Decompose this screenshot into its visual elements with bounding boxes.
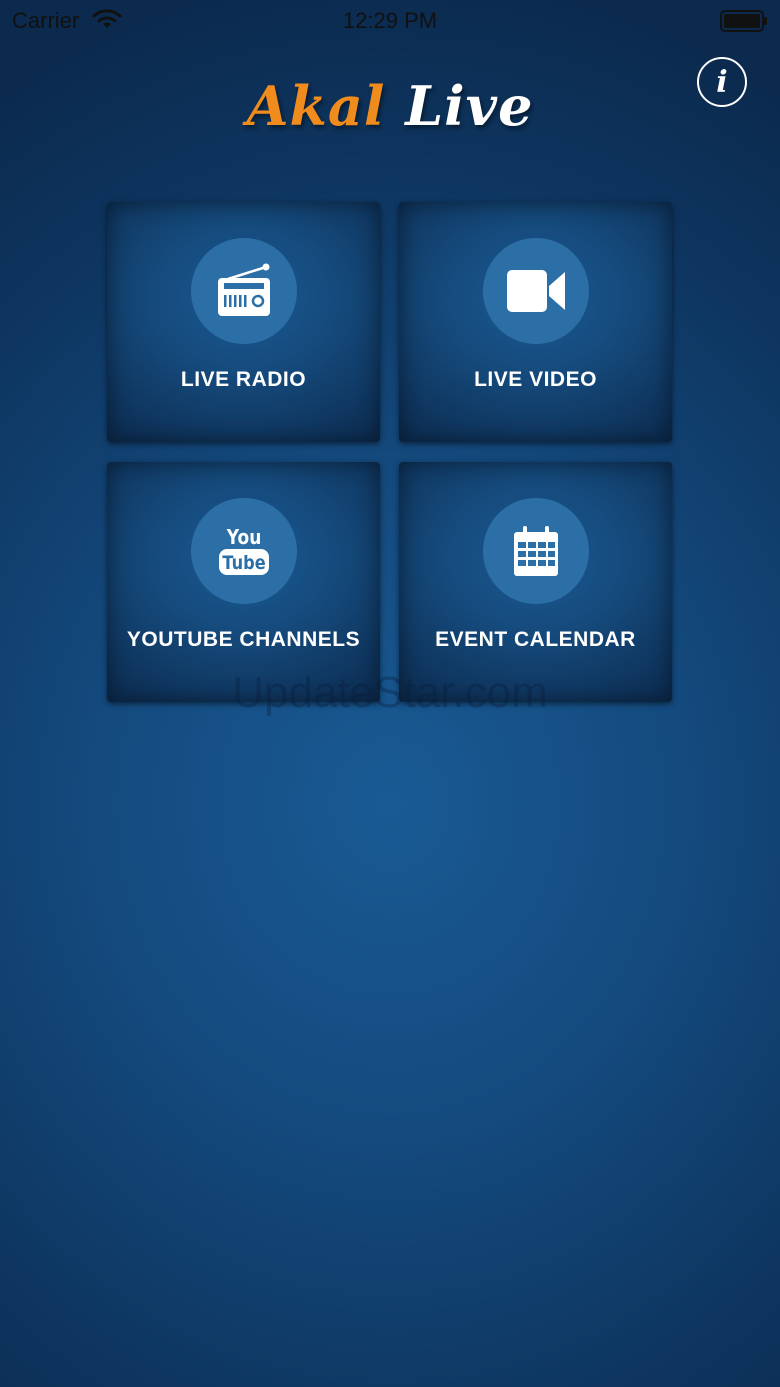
app-title-akal: Akal xyxy=(246,74,386,138)
info-button[interactable]: i xyxy=(697,57,747,107)
status-bar: Carrier 12:29 PM xyxy=(0,0,780,40)
battery-icon xyxy=(720,10,768,38)
youtube-icon-text-bottom: Tube xyxy=(222,553,265,575)
calendar-icon xyxy=(483,498,589,604)
youtube-icon: You Tube xyxy=(191,498,297,604)
clock: 12:29 PM xyxy=(342,8,438,33)
live-video-label: LIVE VIDEO xyxy=(474,368,597,391)
live-radio-label: LIVE RADIO xyxy=(180,368,307,391)
event-calendar-label: EVENT CALENDAR xyxy=(435,628,636,651)
youtube-channels-label: YOUTUBE CHANNELS xyxy=(126,628,361,651)
watermark: UpdateStar.com xyxy=(232,668,548,717)
youtube-channels-tile[interactable]: You Tube YOUTUBE CHANNELS xyxy=(107,462,380,702)
live-video-tile[interactable]: LIVE VIDEO xyxy=(399,202,672,442)
event-calendar-tile[interactable]: EVENT CALENDAR xyxy=(399,462,672,702)
app-title-live: Live xyxy=(405,74,534,138)
radio-icon xyxy=(191,238,297,344)
app-title: Akal Live xyxy=(0,74,780,138)
info-icon: i xyxy=(716,64,728,100)
youtube-icon-text-top: You xyxy=(226,527,261,550)
video-camera-icon xyxy=(483,238,589,344)
live-radio-tile[interactable]: LIVE RADIO xyxy=(107,202,380,442)
